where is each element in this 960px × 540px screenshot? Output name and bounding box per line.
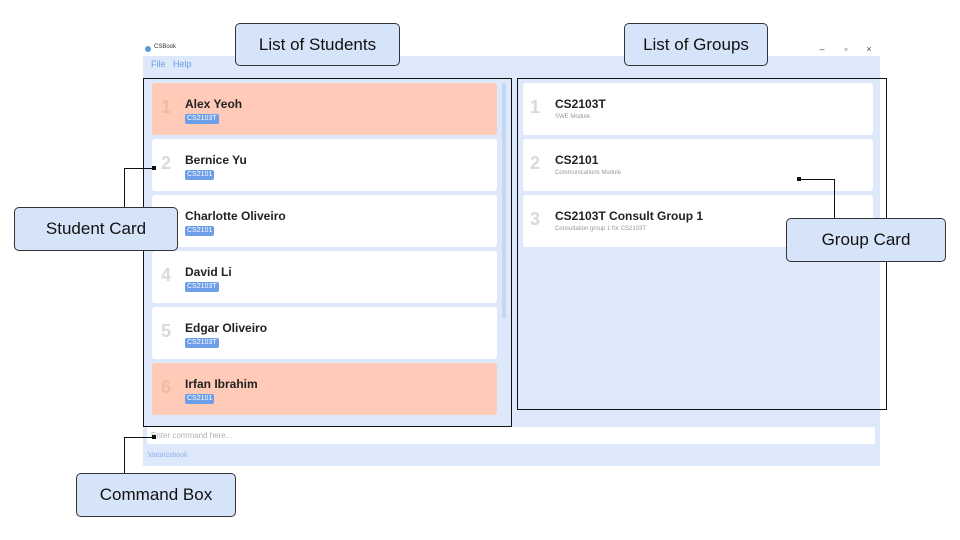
connector-student-card bbox=[124, 168, 155, 169]
app-title: CSBook bbox=[154, 44, 177, 50]
callout-student-card: Student Card bbox=[14, 207, 178, 251]
callout-list-of-students: List of Students bbox=[235, 23, 400, 66]
command-box[interactable] bbox=[147, 427, 875, 444]
connector-group-card bbox=[834, 179, 835, 218]
connector-dot bbox=[152, 166, 156, 170]
command-input[interactable] bbox=[151, 427, 866, 444]
connector-student-card bbox=[124, 168, 125, 207]
status-bar-path: .\data\csbook bbox=[146, 452, 188, 459]
connector-dot bbox=[797, 177, 801, 181]
connector-dot bbox=[152, 435, 156, 439]
callout-command-box: Command Box bbox=[76, 473, 236, 517]
menu-file[interactable]: File bbox=[151, 59, 166, 69]
close-button[interactable]: × bbox=[863, 43, 875, 55]
callout-group-card: Group Card bbox=[786, 218, 946, 262]
menu-help[interactable]: Help bbox=[173, 59, 192, 69]
minimize-button[interactable]: – bbox=[816, 43, 828, 55]
connector-command-box bbox=[124, 437, 155, 438]
connector-command-box bbox=[124, 437, 125, 473]
student-list-outline bbox=[143, 78, 512, 427]
app-logo-icon bbox=[145, 46, 151, 52]
callout-list-of-groups: List of Groups bbox=[624, 23, 768, 66]
maximize-button[interactable]: ▫ bbox=[840, 43, 852, 55]
connector-group-card bbox=[799, 179, 835, 180]
